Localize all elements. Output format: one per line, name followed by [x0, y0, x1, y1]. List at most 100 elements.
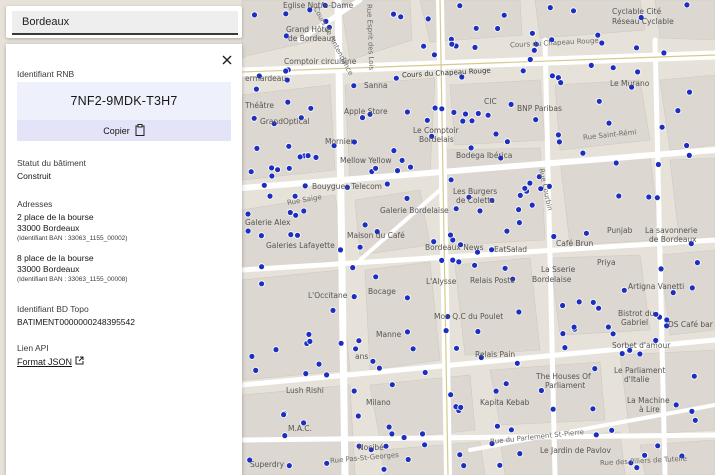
building-marker[interactable]: [449, 256, 457, 264]
building-marker[interactable]: [305, 330, 313, 338]
building-marker[interactable]: [285, 462, 293, 470]
building-marker[interactable]: [350, 293, 358, 301]
building-marker[interactable]: [453, 344, 460, 352]
building-marker[interactable]: [372, 273, 380, 281]
building-marker[interactable]: [532, 116, 540, 123]
building-marker[interactable]: [672, 401, 680, 409]
building-marker[interactable]: [257, 232, 265, 240]
building-marker[interactable]: [471, 261, 479, 269]
building-marker[interactable]: [460, 462, 468, 470]
building-marker[interactable]: [352, 345, 360, 353]
building-marker[interactable]: [526, 179, 534, 187]
building-marker[interactable]: [372, 164, 380, 172]
building-marker[interactable]: [300, 207, 308, 215]
building-marker[interactable]: [455, 258, 463, 266]
building-marker[interactable]: [575, 298, 583, 306]
building-marker[interactable]: [252, 85, 260, 93]
building-marker[interactable]: [284, 98, 292, 106]
building-marker[interactable]: [349, 264, 357, 272]
building-marker[interactable]: [587, 62, 595, 69]
building-marker[interactable]: [403, 108, 411, 116]
building-marker[interactable]: [447, 231, 454, 239]
building-marker[interactable]: [688, 284, 696, 292]
building-marker[interactable]: [286, 209, 294, 216]
building-marker[interactable]: [686, 88, 693, 96]
building-marker[interactable]: [302, 370, 310, 378]
building-marker[interactable]: [516, 219, 523, 227]
building-marker[interactable]: [559, 302, 566, 309]
building-marker[interactable]: [507, 101, 515, 108]
building-marker[interactable]: [397, 13, 405, 21]
building-marker[interactable]: [579, 149, 587, 157]
building-marker[interactable]: [555, 131, 562, 139]
building-marker[interactable]: [608, 426, 616, 434]
building-marker[interactable]: [380, 465, 388, 473]
building-marker[interactable]: [260, 181, 268, 189]
building-marker[interactable]: [654, 442, 662, 450]
building-marker[interactable]: [438, 105, 446, 113]
building-marker[interactable]: [591, 365, 599, 373]
building-marker[interactable]: [452, 205, 460, 213]
building-marker[interactable]: [258, 263, 266, 271]
building-marker[interactable]: [404, 456, 412, 463]
building-marker[interactable]: [388, 430, 396, 438]
building-marker[interactable]: [304, 152, 312, 160]
building-marker[interactable]: [655, 161, 662, 168]
building-marker[interactable]: [493, 422, 501, 430]
building-marker[interactable]: [674, 107, 682, 114]
building-marker[interactable]: [513, 359, 521, 367]
building-marker[interactable]: [258, 280, 266, 288]
building-marker[interactable]: [592, 431, 600, 439]
building-marker[interactable]: [294, 231, 301, 239]
building-marker[interactable]: [589, 405, 597, 413]
building-marker[interactable]: [420, 42, 428, 50]
building-marker[interactable]: [570, 7, 577, 15]
building-marker[interactable]: [683, 142, 690, 149]
building-marker[interactable]: [474, 328, 482, 335]
building-marker[interactable]: [503, 138, 511, 146]
building-marker[interactable]: [683, 1, 691, 9]
building-marker[interactable]: [492, 387, 500, 395]
building-marker[interactable]: [492, 130, 500, 138]
building-marker[interactable]: [557, 79, 565, 86]
building-marker[interactable]: [471, 44, 479, 51]
building-marker[interactable]: [369, 357, 377, 365]
building-marker[interactable]: [355, 337, 363, 345]
building-marker[interactable]: [296, 153, 304, 161]
building-marker[interactable]: [248, 352, 256, 360]
building-marker[interactable]: [472, 24, 480, 32]
building-marker[interactable]: [361, 221, 369, 229]
building-marker[interactable]: [266, 192, 274, 200]
building-marker[interactable]: [244, 210, 252, 218]
building-marker[interactable]: [350, 387, 358, 395]
building-marker[interactable]: [252, 366, 260, 374]
copy-button[interactable]: Copier: [17, 120, 231, 141]
building-marker[interactable]: [691, 416, 699, 424]
building-marker[interactable]: [468, 117, 476, 125]
building-marker[interactable]: [501, 264, 509, 272]
building-marker[interactable]: [329, 306, 337, 314]
building-marker[interactable]: [268, 172, 276, 180]
building-marker[interactable]: [507, 426, 515, 434]
building-marker[interactable]: [456, 451, 464, 459]
building-marker[interactable]: [268, 164, 276, 172]
building-marker[interactable]: [598, 39, 606, 47]
building-marker[interactable]: [685, 151, 693, 159]
building-marker[interactable]: [398, 156, 406, 164]
building-marker[interactable]: [690, 372, 698, 380]
building-marker[interactable]: [615, 192, 623, 200]
building-marker[interactable]: [354, 412, 362, 420]
building-marker[interactable]: [570, 323, 578, 331]
building-marker[interactable]: [633, 44, 640, 52]
building-marker[interactable]: [430, 51, 438, 59]
building-marker[interactable]: [538, 387, 545, 394]
building-marker[interactable]: [281, 432, 289, 440]
building-marker[interactable]: [442, 327, 450, 335]
building-marker[interactable]: [419, 430, 426, 438]
building-marker[interactable]: [658, 123, 666, 131]
building-marker[interactable]: [502, 380, 510, 388]
building-marker[interactable]: [618, 350, 626, 358]
building-marker[interactable]: [556, 138, 563, 146]
building-marker[interactable]: [383, 180, 391, 188]
building-marker[interactable]: [287, 231, 295, 239]
